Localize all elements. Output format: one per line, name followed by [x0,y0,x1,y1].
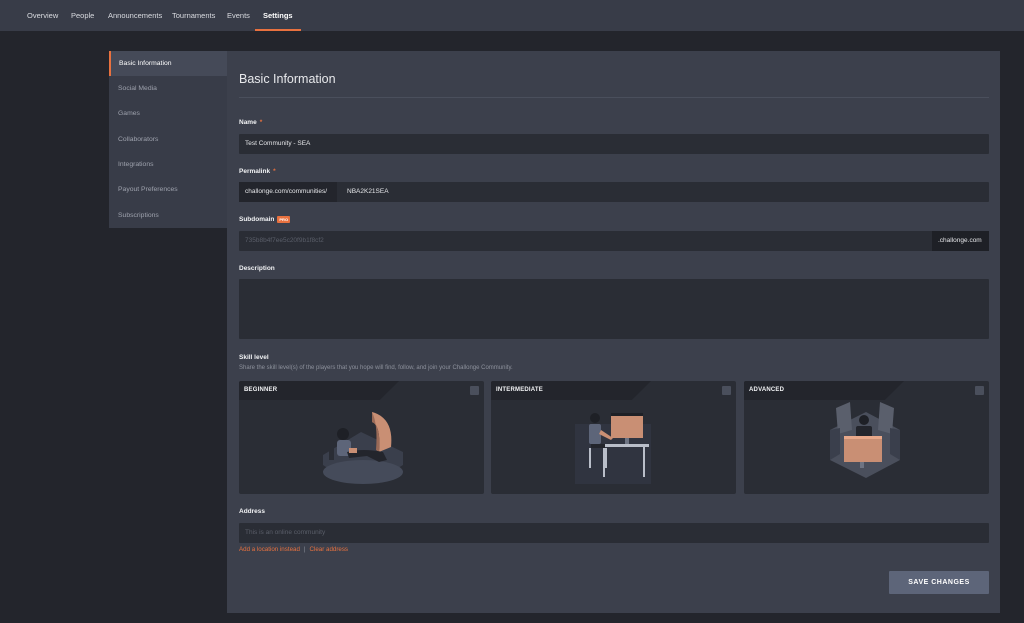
link-separator: | [303,546,306,553]
skill-card-intermediate[interactable]: INTERMEDIATE [491,381,736,494]
subdomain-suffix: .challonge.com [932,231,989,251]
address-input[interactable]: This is an online community [239,523,989,543]
address-label: Address [239,508,266,515]
page-title: Basic Information [239,72,336,86]
sidebar-item-basic-information[interactable]: Basic Information [109,51,227,76]
sidebar-item-games[interactable]: Games [109,101,227,126]
card-title: ADVANCED [749,387,785,393]
skill-card-advanced[interactable]: ADVANCED [744,381,989,494]
name-input[interactable]: Test Community - SEA [239,134,989,154]
top-nav: Overview People Announcements Tournament… [0,0,1024,31]
description-label: Description [239,265,275,272]
save-changes-button[interactable]: SAVE CHANGES [889,571,989,594]
tab-announcements[interactable]: Announcements [108,0,162,31]
tab-events[interactable]: Events [227,0,250,31]
skill-level-label: Skill level [239,354,269,361]
tab-overview[interactable]: Overview [27,0,58,31]
intermediate-checkbox[interactable] [722,386,731,395]
permalink-label: Permalink * [239,168,276,175]
description-textarea[interactable] [239,279,989,339]
sidebar-item-collaborators[interactable]: Collaborators [109,127,227,152]
sidebar-item-subscriptions[interactable]: Subscriptions [109,203,227,228]
pro-badge: PRO [277,216,291,223]
tab-settings[interactable]: Settings [255,0,301,31]
intermediate-gamer-illustration [575,413,651,484]
sidebar-item-social-media[interactable]: Social Media [109,76,227,101]
card-title: INTERMEDIATE [496,387,543,393]
sidebar-item-integrations[interactable]: Integrations [109,152,227,177]
skill-card-beginner[interactable]: BEGINNER [239,381,484,494]
subdomain-label: Subdomain PRO [239,216,291,224]
add-location-link[interactable]: Add a location instead [239,546,300,553]
advanced-checkbox[interactable] [975,386,984,395]
address-actions: Add a location instead | Clear address [239,546,348,553]
tab-people[interactable]: People [71,0,94,31]
beginner-gamer-illustration [323,412,403,484]
subdomain-input[interactable]: 735b8b4f7ee5c20f9b1f8cf2 [239,231,989,251]
settings-sidebar: Basic Information Social Media Games Col… [109,51,227,228]
skill-level-help: Share the skill level(s) of the players … [239,365,513,371]
card-title: BEGINNER [244,387,278,393]
permalink-prefix: challonge.com/communities/ [239,182,337,202]
tab-tournaments[interactable]: Tournaments [172,0,215,31]
clear-address-link[interactable]: Clear address [310,546,349,553]
title-divider [239,97,989,98]
permalink-input[interactable]: NBA2K21SEA [239,182,989,202]
sidebar-item-payout-preferences[interactable]: Payout Preferences [109,177,227,202]
settings-panel: Basic Information Name * Test Community -… [227,51,1000,613]
advanced-gamer-illustration [830,402,900,478]
beginner-checkbox[interactable] [470,386,479,395]
name-label: Name * [239,119,263,126]
